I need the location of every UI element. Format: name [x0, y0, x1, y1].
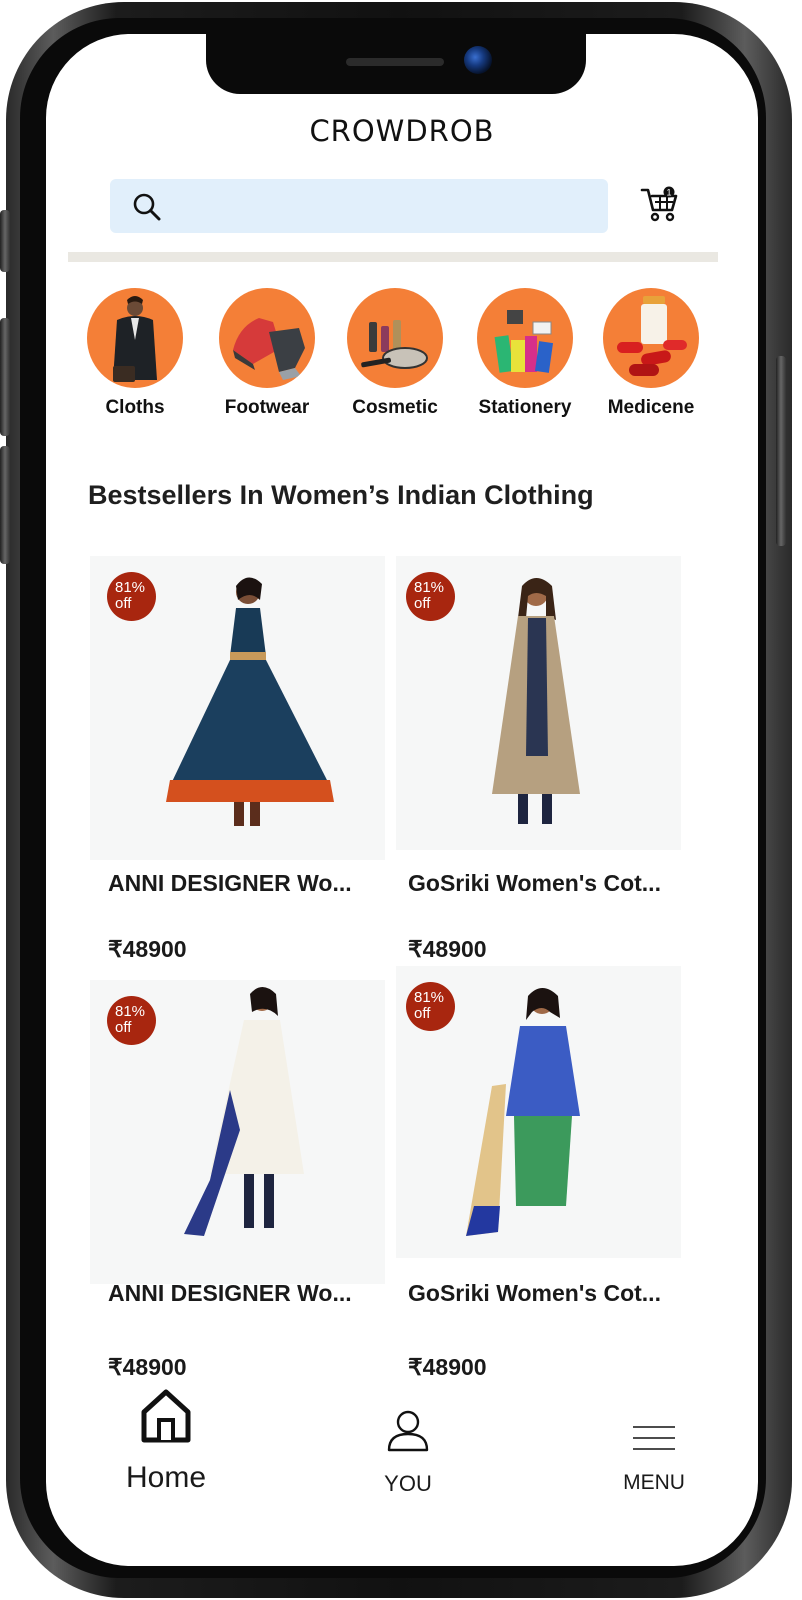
- nav-home[interactable]: Home: [114, 1388, 218, 1495]
- nav-label: YOU: [384, 1471, 432, 1496]
- discount-value: 81%: [414, 989, 445, 1006]
- header-divider: [68, 252, 718, 262]
- category-cosmetic[interactable]: Cosmetic: [330, 288, 460, 419]
- home-icon[interactable]: [140, 1388, 192, 1444]
- discount-unit: off: [414, 1005, 431, 1022]
- product-image[interactable]: 81% off: [90, 556, 385, 860]
- product-price: ₹48900: [108, 1354, 187, 1380]
- man-in-coat-icon: [87, 288, 183, 388]
- power-button: [776, 356, 786, 546]
- nav-label: MENU: [623, 1471, 685, 1494]
- category-label: Medicene: [607, 397, 695, 418]
- pills-bottle-icon: [603, 288, 699, 388]
- discount-value: 81%: [414, 579, 445, 596]
- category-label: Footwear: [224, 397, 310, 418]
- category-stationery[interactable]: Stationery: [460, 288, 590, 419]
- category-label: Stationery: [478, 397, 572, 418]
- category-cloths[interactable]: Cloths: [70, 288, 200, 419]
- discount-unit: off: [414, 595, 431, 612]
- nav-menu[interactable]: MENU: [602, 1424, 706, 1495]
- discount-value: 81%: [115, 579, 146, 596]
- product-image[interactable]: 81% off: [396, 556, 681, 850]
- nav-label: Home: [125, 1461, 207, 1494]
- product-price: ₹48900: [408, 936, 487, 962]
- product-name[interactable]: ANNI DESIGNER Wo...: [108, 870, 352, 897]
- product-card[interactable]: 81% off ANNI DESIGNER Wo... ₹48900: [90, 980, 390, 1390]
- office-supplies-icon: [477, 288, 573, 388]
- category-label: Cosmetic: [352, 397, 438, 418]
- product-card[interactable]: 81% off GoSriki Women's Cot... ₹48900: [396, 556, 696, 966]
- brand-logo: CROWDROB: [309, 114, 495, 148]
- mute-switch: [0, 210, 10, 272]
- product-name[interactable]: GoSriki Women's Cot...: [408, 1280, 661, 1307]
- product-image[interactable]: 81% off: [90, 980, 385, 1284]
- discount-badge: 81% off: [107, 572, 156, 621]
- product-name[interactable]: ANNI DESIGNER Wo...: [108, 1280, 352, 1307]
- search-input[interactable]: [110, 179, 608, 233]
- speaker-grille: [346, 58, 444, 66]
- product-price: ₹48900: [408, 1354, 487, 1380]
- makeup-kit-icon: [347, 288, 443, 388]
- volume-down-button: [0, 446, 10, 564]
- notch: [206, 34, 586, 94]
- category-label: Cloths: [105, 397, 165, 418]
- discount-badge: 81% off: [406, 982, 455, 1031]
- product-card[interactable]: 81% off ANNI DESIGNER Wo... ₹48900: [90, 556, 390, 966]
- app-screen: CROWDROB 1 Cloths Footwear Cosmetic Stat…: [46, 34, 758, 1566]
- hamburger-menu-icon[interactable]: [631, 1424, 677, 1452]
- shopping-cart-icon[interactable]: 1: [640, 186, 680, 224]
- product-price: ₹48900: [108, 936, 187, 962]
- discount-value: 81%: [115, 1003, 146, 1020]
- volume-up-button: [0, 318, 10, 436]
- front-camera: [464, 46, 492, 74]
- discount-unit: off: [115, 1019, 132, 1036]
- search-icon[interactable]: [132, 192, 162, 222]
- product-name[interactable]: GoSriki Women's Cot...: [408, 870, 661, 897]
- category-footwear[interactable]: Footwear: [202, 288, 332, 419]
- discount-badge: 81% off: [406, 572, 455, 621]
- discount-unit: off: [115, 595, 132, 612]
- category-medicene[interactable]: Medicene: [586, 288, 716, 419]
- cart-badge: 1: [666, 188, 671, 198]
- discount-badge: 81% off: [107, 996, 156, 1045]
- product-image[interactable]: 81% off: [396, 966, 681, 1258]
- product-card[interactable]: 81% off GoSriki Women's Cot... ₹48900: [396, 966, 696, 1390]
- nav-you[interactable]: YOU: [356, 1408, 460, 1497]
- user-icon[interactable]: [386, 1408, 430, 1452]
- sneaker-icon: [219, 288, 315, 388]
- section-title: Bestsellers In Women’s Indian Clothing: [88, 480, 594, 510]
